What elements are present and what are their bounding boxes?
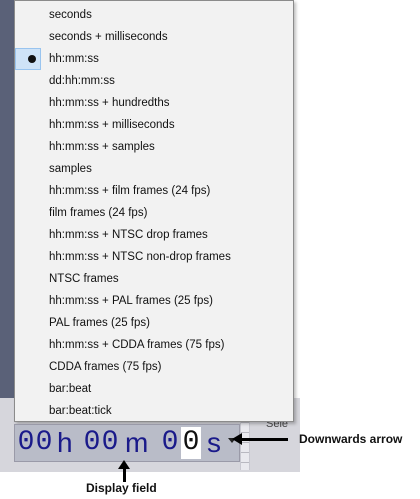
menu-item-label: dd:hh:mm:ss bbox=[49, 75, 115, 87]
menu-item[interactable]: hh:mm:ss + hundredths bbox=[15, 92, 293, 114]
minutes-tens-digit[interactable]: 0 bbox=[83, 427, 101, 459]
menu-item[interactable]: hh:mm:ss + NTSC non-drop frames bbox=[15, 246, 293, 268]
seconds-unit-label: s bbox=[207, 427, 221, 458]
menu-item[interactable]: seconds + milliseconds bbox=[15, 26, 293, 48]
time-display-field[interactable]: 0 0 h 0 0 m 0 0 s bbox=[14, 424, 240, 462]
ruler-tick bbox=[241, 432, 249, 433]
seconds-units-digit[interactable]: 0 bbox=[181, 427, 201, 459]
menu-item-label: hh:mm:ss + hundredths bbox=[49, 97, 170, 109]
hours-unit-label: h bbox=[57, 427, 73, 458]
menu-item-label: PAL frames (25 fps) bbox=[49, 317, 150, 329]
menu-item-label: NTSC frames bbox=[49, 273, 119, 285]
menu-item[interactable]: samples bbox=[15, 158, 293, 180]
menu-item[interactable]: film frames (24 fps) bbox=[15, 202, 293, 224]
menu-item-label: hh:mm:ss + film frames (24 fps) bbox=[49, 185, 211, 197]
ruler-tick bbox=[241, 442, 249, 443]
menu-item-label: seconds + milliseconds bbox=[49, 31, 168, 43]
menu-item[interactable]: hh:mm:ss + PAL frames (25 fps) bbox=[15, 290, 293, 312]
menu-item[interactable]: bar:beat:tick bbox=[15, 400, 293, 422]
menu-item-label: hh:mm:ss + CDDA frames (75 fps) bbox=[49, 339, 225, 351]
menu-item-label: film frames (24 fps) bbox=[49, 207, 148, 219]
menu-item-label: hh:mm:ss + NTSC drop frames bbox=[49, 229, 208, 241]
ruler-tick bbox=[241, 452, 249, 453]
menu-item[interactable]: CDDA frames (75 fps) bbox=[15, 356, 293, 378]
ruler-tick bbox=[241, 422, 249, 423]
menu-item-label: hh:mm:ss + samples bbox=[49, 141, 155, 153]
menu-item[interactable]: hh:mm:ss + milliseconds bbox=[15, 114, 293, 136]
menu-item[interactable]: PAL frames (25 fps) bbox=[15, 312, 293, 334]
hours-tens-digit[interactable]: 0 bbox=[17, 427, 35, 459]
menu-item-label: hh:mm:ss + milliseconds bbox=[49, 119, 175, 131]
menu-item-label: bar:beat:tick bbox=[49, 405, 112, 417]
left-panel-edge bbox=[0, 0, 14, 398]
time-format-menu: seconds seconds + milliseconds hh:mm:ss dd:… bbox=[14, 0, 294, 422]
radio-bullet-icon bbox=[28, 55, 36, 63]
menu-item[interactable]: seconds bbox=[15, 4, 293, 26]
annotation-display-field-label: Display field bbox=[86, 481, 157, 495]
annotation-arrow-left-icon bbox=[232, 433, 288, 445]
menu-item[interactable]: NTSC frames bbox=[15, 268, 293, 290]
menu-item-label: hh:mm:ss + NTSC non-drop frames bbox=[49, 251, 231, 263]
menu-item[interactable]: bar:beat bbox=[15, 378, 293, 400]
menu-item-label: hh:mm:ss bbox=[49, 53, 99, 65]
menu-item[interactable]: hh:mm:ss + samples bbox=[15, 136, 293, 158]
annotation-downwards-arrow-label: Downwards arrow bbox=[299, 432, 403, 446]
seconds-tens-digit[interactable]: 0 bbox=[161, 427, 179, 459]
menu-item-label: CDDA frames (75 fps) bbox=[49, 361, 162, 373]
menu-item[interactable]: hh:mm:ss + film frames (24 fps) bbox=[15, 180, 293, 202]
minutes-units-digit[interactable]: 0 bbox=[101, 427, 119, 459]
menu-item-label: bar:beat bbox=[49, 383, 92, 395]
ruler-tick bbox=[241, 462, 249, 463]
menu-item-label: hh:mm:ss + PAL frames (25 fps) bbox=[49, 295, 213, 307]
menu-item-label: samples bbox=[49, 163, 92, 175]
hours-units-digit[interactable]: 0 bbox=[35, 427, 53, 459]
menu-item-label: seconds bbox=[49, 9, 92, 21]
menu-item[interactable]: dd:hh:mm:ss bbox=[15, 70, 293, 92]
menu-item[interactable]: hh:mm:ss bbox=[15, 48, 293, 70]
annotation-arrow-up-icon bbox=[118, 460, 130, 482]
menu-item[interactable]: hh:mm:ss + CDDA frames (75 fps) bbox=[15, 334, 293, 356]
minutes-unit-label: m bbox=[125, 427, 149, 458]
menu-item[interactable]: hh:mm:ss + NTSC drop frames bbox=[15, 224, 293, 246]
